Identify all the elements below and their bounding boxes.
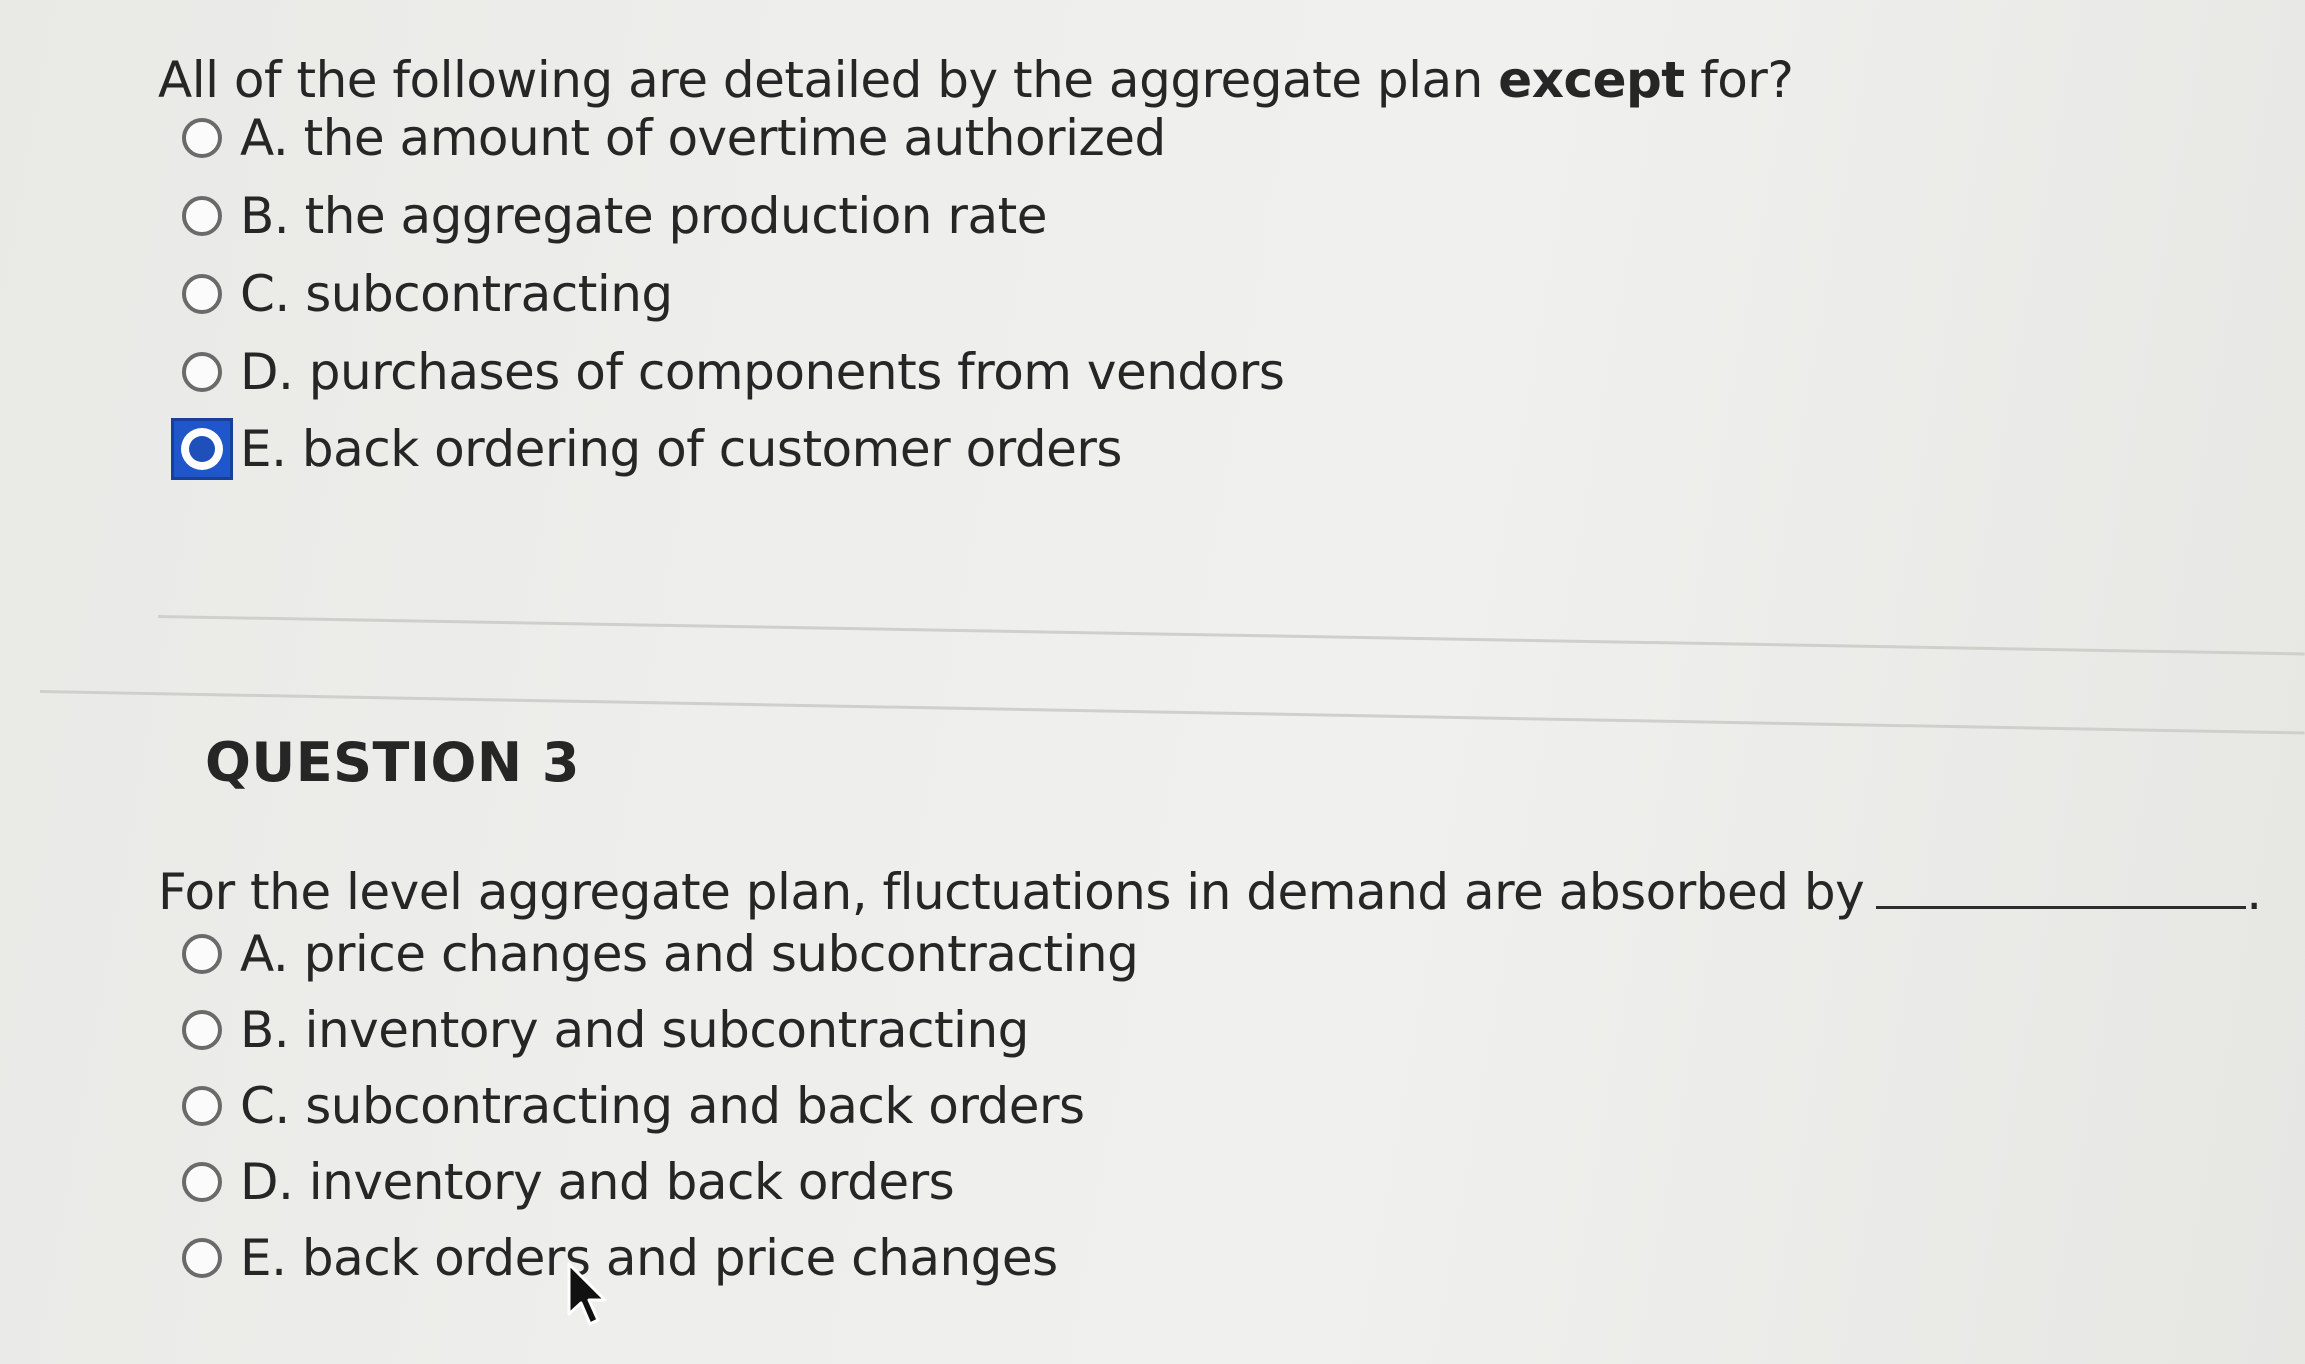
- radio-selected-ring: [181, 428, 223, 470]
- radio-selected-icon[interactable]: [171, 418, 233, 480]
- question-3-stem-end: .: [2246, 863, 2262, 921]
- question-2-stem-suffix: for?: [1700, 51, 1794, 109]
- q2-option-e-label: E. back ordering of customer orders: [240, 420, 1122, 478]
- q2-option-a[interactable]: A. the amount of overtime authorized: [182, 108, 1166, 168]
- q3-option-d-label: D. inventory and back orders: [240, 1153, 955, 1211]
- q2-option-a-label: A. the amount of overtime authorized: [240, 109, 1166, 167]
- radio-unselected-icon[interactable]: [182, 1238, 222, 1278]
- question-3-stem-text: For the level aggregate plan, fluctuatio…: [158, 863, 1865, 921]
- divider-line-upper: [157, 615, 2305, 656]
- q2-option-b[interactable]: B. the aggregate production rate: [182, 186, 1047, 246]
- radio-unselected-icon[interactable]: [182, 1010, 222, 1050]
- question-2-stem-prefix: All of the following are detailed by the…: [158, 51, 1483, 109]
- question-2-stem-bold: except: [1498, 51, 1685, 109]
- question-3-stem: For the level aggregate plan, fluctuatio…: [158, 862, 2262, 922]
- q3-option-c[interactable]: C. subcontracting and back orders: [182, 1076, 1085, 1136]
- q2-option-d[interactable]: D. purchases of components from vendors: [182, 342, 1285, 402]
- q2-option-e[interactable]: E. back ordering of customer orders: [171, 418, 1122, 480]
- mouse-pointer-icon: [567, 1262, 607, 1326]
- q3-option-c-label: C. subcontracting and back orders: [240, 1077, 1085, 1135]
- q3-option-b-label: B. inventory and subcontracting: [240, 1001, 1029, 1059]
- radio-unselected-icon[interactable]: [182, 1162, 222, 1202]
- radio-selected-dot: [189, 436, 215, 462]
- radio-unselected-icon[interactable]: [182, 196, 222, 236]
- q3-option-d[interactable]: D. inventory and back orders: [182, 1152, 955, 1212]
- answer-blank: [1876, 866, 2247, 909]
- radio-unselected-icon[interactable]: [182, 118, 222, 158]
- q2-option-c-label: C. subcontracting: [240, 265, 673, 323]
- q2-option-c[interactable]: C. subcontracting: [182, 264, 673, 324]
- q3-option-e-label: E. back orders and price changes: [240, 1229, 1058, 1287]
- radio-unselected-icon[interactable]: [182, 1086, 222, 1126]
- radio-unselected-icon[interactable]: [182, 934, 222, 974]
- q2-option-d-label: D. purchases of components from vendors: [240, 343, 1285, 401]
- q3-option-a-label: A. price changes and subcontracting: [240, 925, 1139, 983]
- question-3-heading: QUESTION 3: [205, 731, 580, 794]
- radio-unselected-icon[interactable]: [182, 274, 222, 314]
- q3-option-b[interactable]: B. inventory and subcontracting: [182, 1000, 1029, 1060]
- q3-option-e[interactable]: E. back orders and price changes: [182, 1228, 1058, 1288]
- question-2-stem: All of the following are detailed by the…: [158, 50, 1794, 110]
- radio-unselected-icon[interactable]: [182, 352, 222, 392]
- q2-option-b-label: B. the aggregate production rate: [240, 187, 1047, 245]
- quiz-page: All of the following are detailed by the…: [0, 0, 2305, 1364]
- q3-option-a[interactable]: A. price changes and subcontracting: [182, 924, 1139, 984]
- divider-line-lower: [39, 690, 2305, 735]
